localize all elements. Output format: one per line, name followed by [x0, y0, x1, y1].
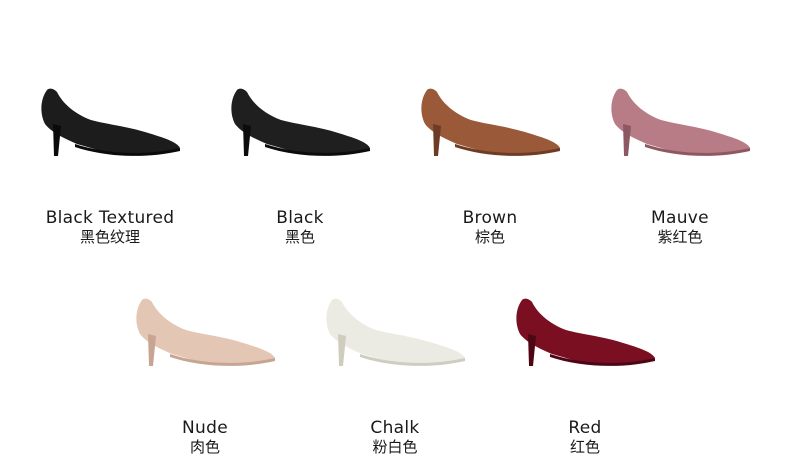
color-name-en: Brown — [462, 208, 518, 228]
color-name-cn: 粉白色 — [372, 438, 418, 456]
color-option-mauve[interactable]: Mauve 紫红色 — [585, 80, 775, 246]
pump-shoe-icon — [231, 88, 370, 156]
color-option-red[interactable]: Red 红色 — [490, 290, 680, 456]
color-option-nude[interactable]: Nude 肉色 — [110, 290, 300, 456]
color-name-cn: 红色 — [569, 438, 600, 456]
color-options-page: { "colors": [ {"en": "Black Textured", "… — [0, 0, 790, 459]
color-name-en: Mauve — [651, 208, 709, 228]
color-name-en: Black — [276, 208, 324, 228]
color-name-cn: 黑色 — [284, 228, 315, 246]
color-name-en: Chalk — [370, 418, 420, 438]
color-name-en: Red — [568, 418, 602, 438]
pump-shoe-icon — [136, 298, 275, 366]
color-option-black-textured[interactable]: Black Textured 黑色纹理 — [15, 80, 205, 246]
color-option-black[interactable]: Black 黑色 — [205, 80, 395, 246]
color-name-en: Black Textured — [45, 208, 175, 228]
color-name-cn: 紫红色 — [657, 228, 703, 246]
pump-shoe-icon — [421, 88, 560, 156]
pump-shoe-icon — [326, 298, 465, 366]
color-name-en: Nude — [182, 418, 228, 438]
color-name-cn: 黑色纹理 — [79, 228, 140, 246]
pump-shoe-icon — [611, 88, 750, 156]
color-name-cn: 肉色 — [189, 438, 220, 456]
pump-shoe-icon — [41, 88, 180, 156]
pump-shoe-icon — [516, 298, 655, 366]
color-option-chalk[interactable]: Chalk 粉白色 — [300, 290, 490, 456]
color-option-brown[interactable]: Brown 棕色 — [395, 80, 585, 246]
color-name-cn: 棕色 — [474, 228, 505, 246]
